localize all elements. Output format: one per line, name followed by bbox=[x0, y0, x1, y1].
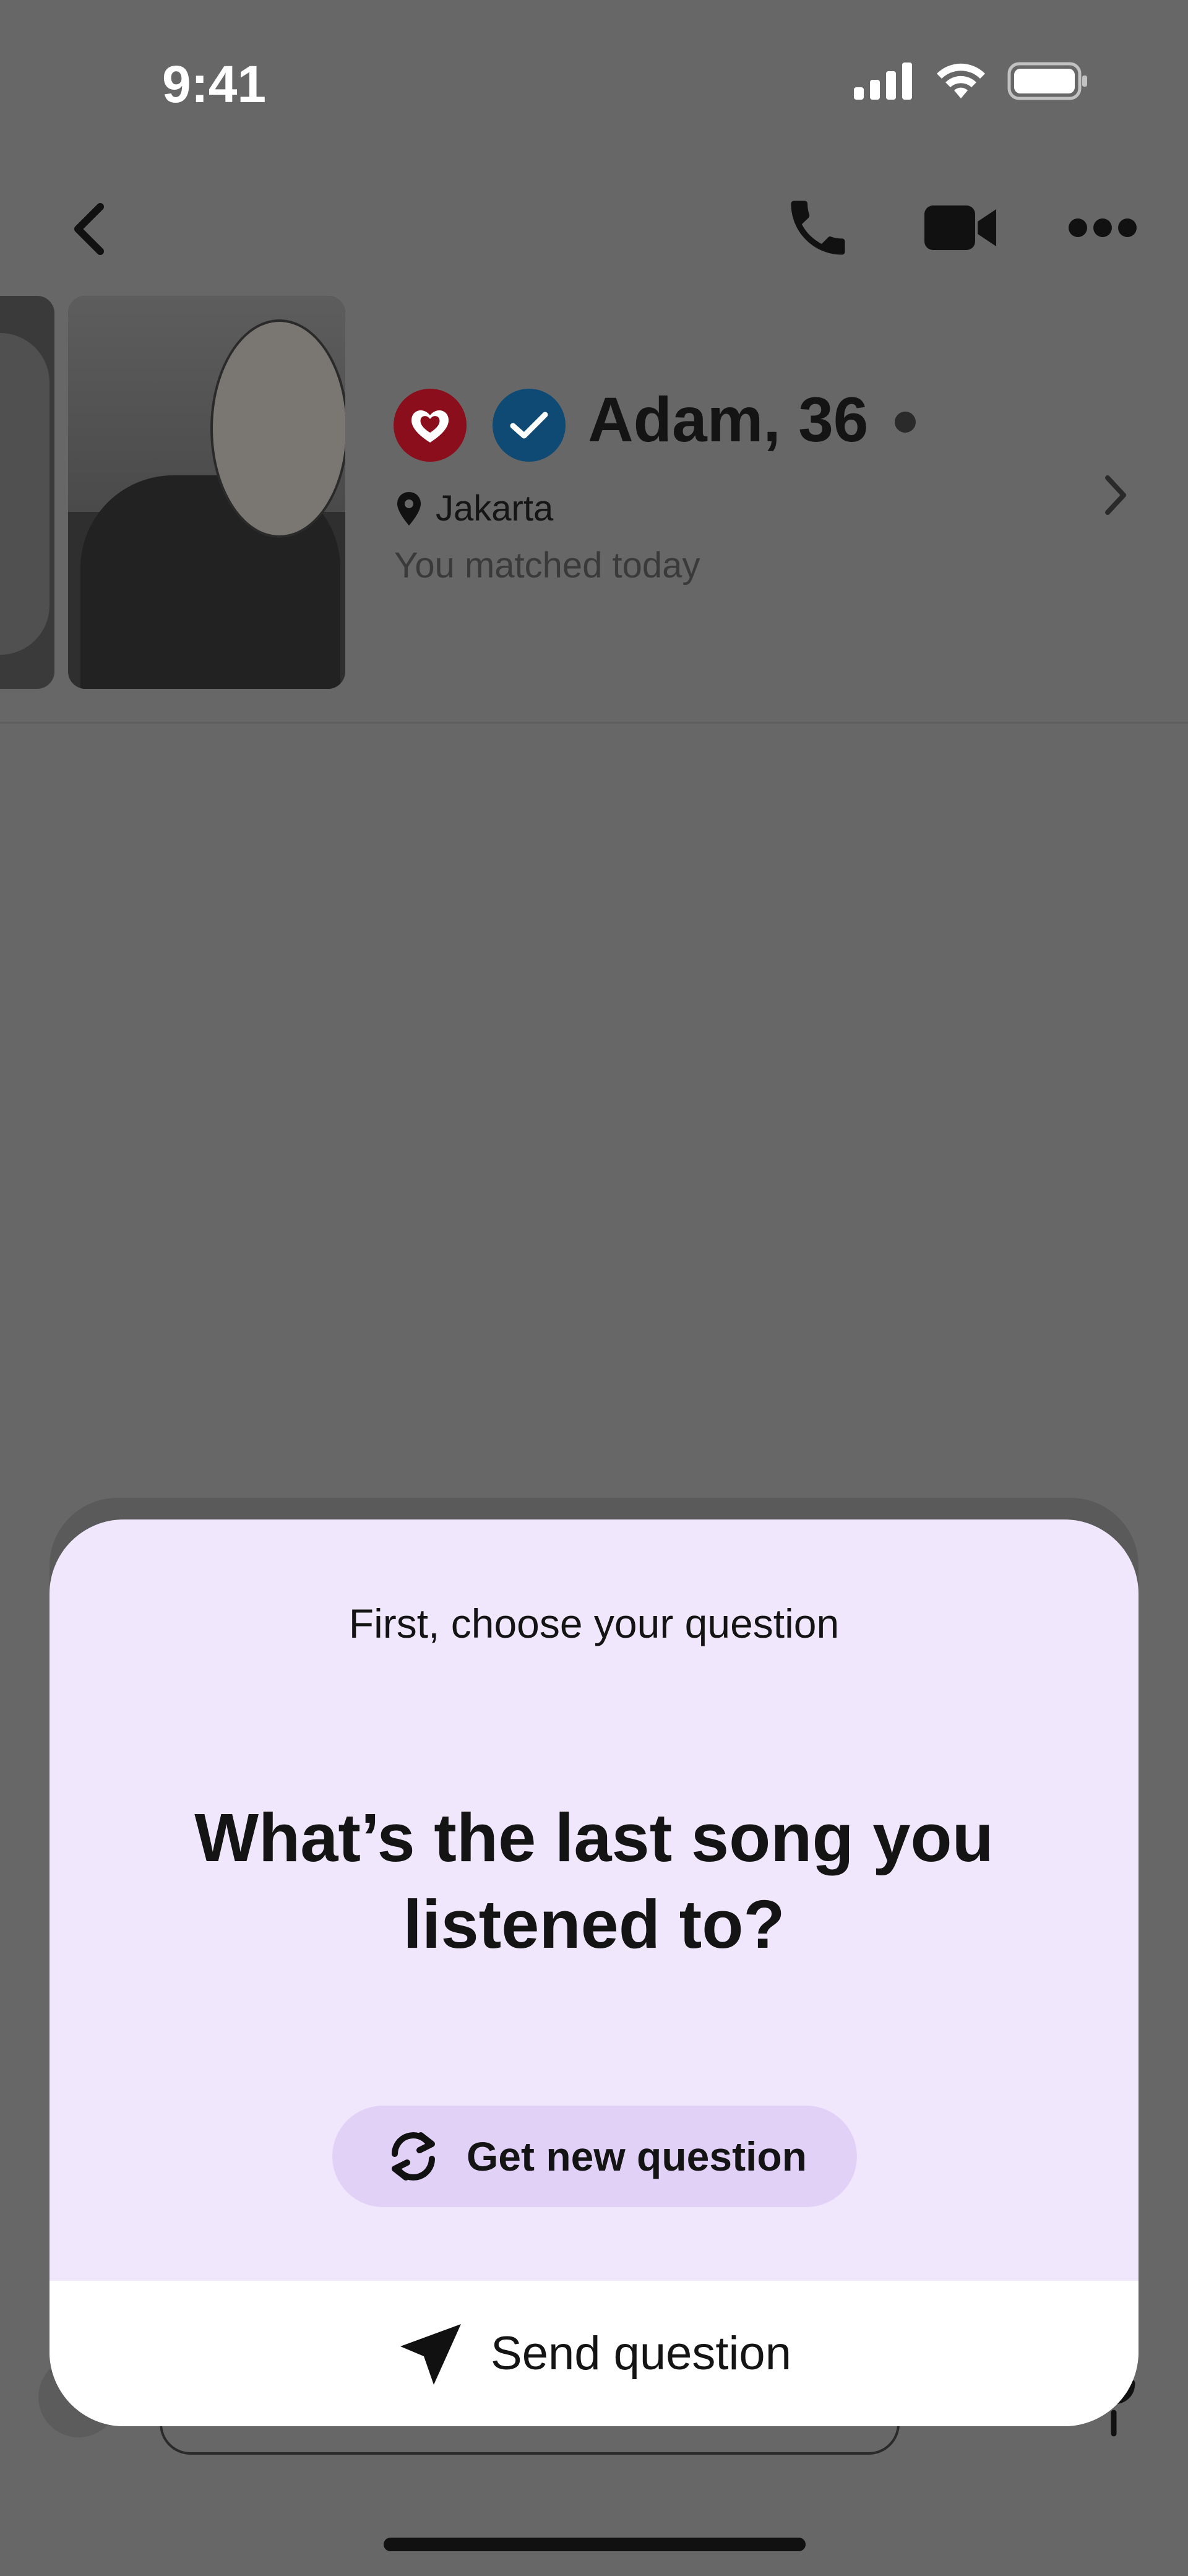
profile-photo-previous[interactable] bbox=[0, 296, 54, 689]
get-new-question-button[interactable]: Get new question bbox=[332, 2106, 857, 2207]
status-bar: 9:41 bbox=[0, 0, 1188, 142]
more-horizontal-icon[interactable] bbox=[1067, 215, 1138, 240]
send-question-button[interactable]: Send question bbox=[50, 2281, 1138, 2426]
home-indicator bbox=[384, 2538, 806, 2551]
header-divider bbox=[0, 722, 1188, 724]
refresh-icon bbox=[391, 2132, 435, 2181]
chat-header bbox=[0, 186, 1188, 272]
send-arrow-icon bbox=[400, 2323, 462, 2385]
chevron-left-icon[interactable] bbox=[62, 198, 118, 260]
location-label: Jakarta bbox=[436, 488, 554, 529]
get-new-question-label: Get new question bbox=[466, 2133, 807, 2179]
battery-icon bbox=[1007, 62, 1087, 100]
sheet-subtitle: First, choose your question bbox=[348, 1601, 840, 1646]
online-status-dot bbox=[895, 412, 916, 433]
verified-badge-icon bbox=[493, 389, 566, 462]
video-camera-icon[interactable] bbox=[922, 198, 999, 257]
chevron-right-icon[interactable] bbox=[1100, 470, 1131, 520]
question-sheet: First, choose your question What’s the l… bbox=[50, 1519, 1138, 2426]
question-text: What’s the last song you listened to? bbox=[194, 1800, 994, 1963]
phone-icon[interactable] bbox=[782, 192, 854, 264]
heart-badge-icon bbox=[394, 389, 467, 462]
profile-name: Adam, 36 bbox=[588, 384, 869, 455]
match-profile-header[interactable]: Adam, 36 Jakarta You matched today bbox=[0, 291, 1188, 724]
blurred-face bbox=[210, 319, 345, 538]
profile-location: Jakarta bbox=[396, 488, 553, 529]
status-time: 9:41 bbox=[162, 55, 267, 113]
status-icons bbox=[854, 62, 1089, 100]
matched-status: You matched today bbox=[394, 545, 700, 586]
signal-icon bbox=[854, 63, 912, 100]
wifi-icon bbox=[937, 63, 985, 98]
send-question-label: Send question bbox=[491, 2327, 791, 2380]
profile-photo[interactable] bbox=[68, 296, 345, 689]
location-pin-icon bbox=[397, 491, 421, 525]
